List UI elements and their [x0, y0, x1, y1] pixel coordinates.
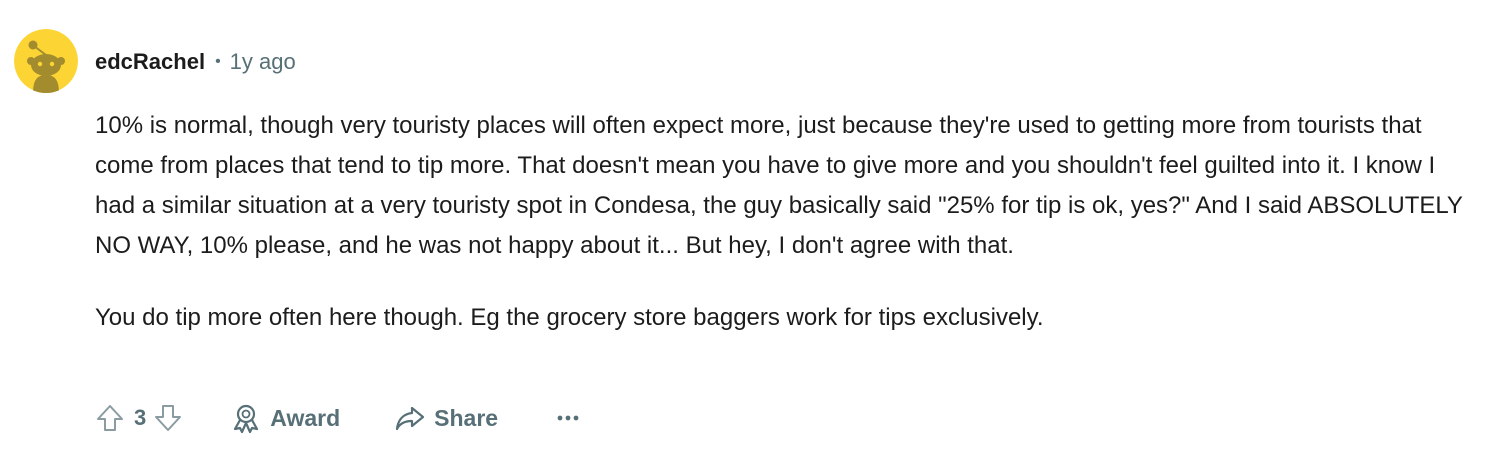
comment-body: 10% is normal, though very touristy plac…	[95, 106, 1475, 338]
award-label: Award	[270, 404, 341, 431]
comment-timestamp[interactable]: 1y ago	[230, 49, 296, 75]
vote-controls: 3	[92, 400, 186, 436]
award-ribbon-icon	[228, 400, 264, 436]
award-button[interactable]: Award	[228, 400, 340, 436]
comment-meta: edcRachel • 1y ago	[95, 47, 296, 77]
comment-paragraph: 10% is normal, though very touristy plac…	[95, 112, 1463, 259]
meta-separator: •	[215, 53, 221, 70]
comment: edcRachel • 1y ago 10% is normal, though…	[0, 0, 1498, 472]
author-name[interactable]: edcRachel	[95, 49, 205, 75]
snoo-avatar-icon[interactable]	[14, 29, 78, 93]
comment-action-bar: 3 Award Share	[92, 396, 592, 440]
downvote-arrow-icon[interactable]	[150, 400, 186, 436]
ellipsis-icon	[550, 400, 586, 436]
comment-paragraph: You do tip more often here though. Eg th…	[95, 304, 1044, 331]
share-label: Share	[434, 404, 499, 431]
share-arrow-icon	[392, 400, 428, 436]
more-options-button[interactable]	[550, 400, 592, 436]
vote-score: 3	[134, 405, 147, 430]
upvote-arrow-icon[interactable]	[92, 400, 128, 436]
share-button[interactable]: Share	[392, 400, 498, 436]
